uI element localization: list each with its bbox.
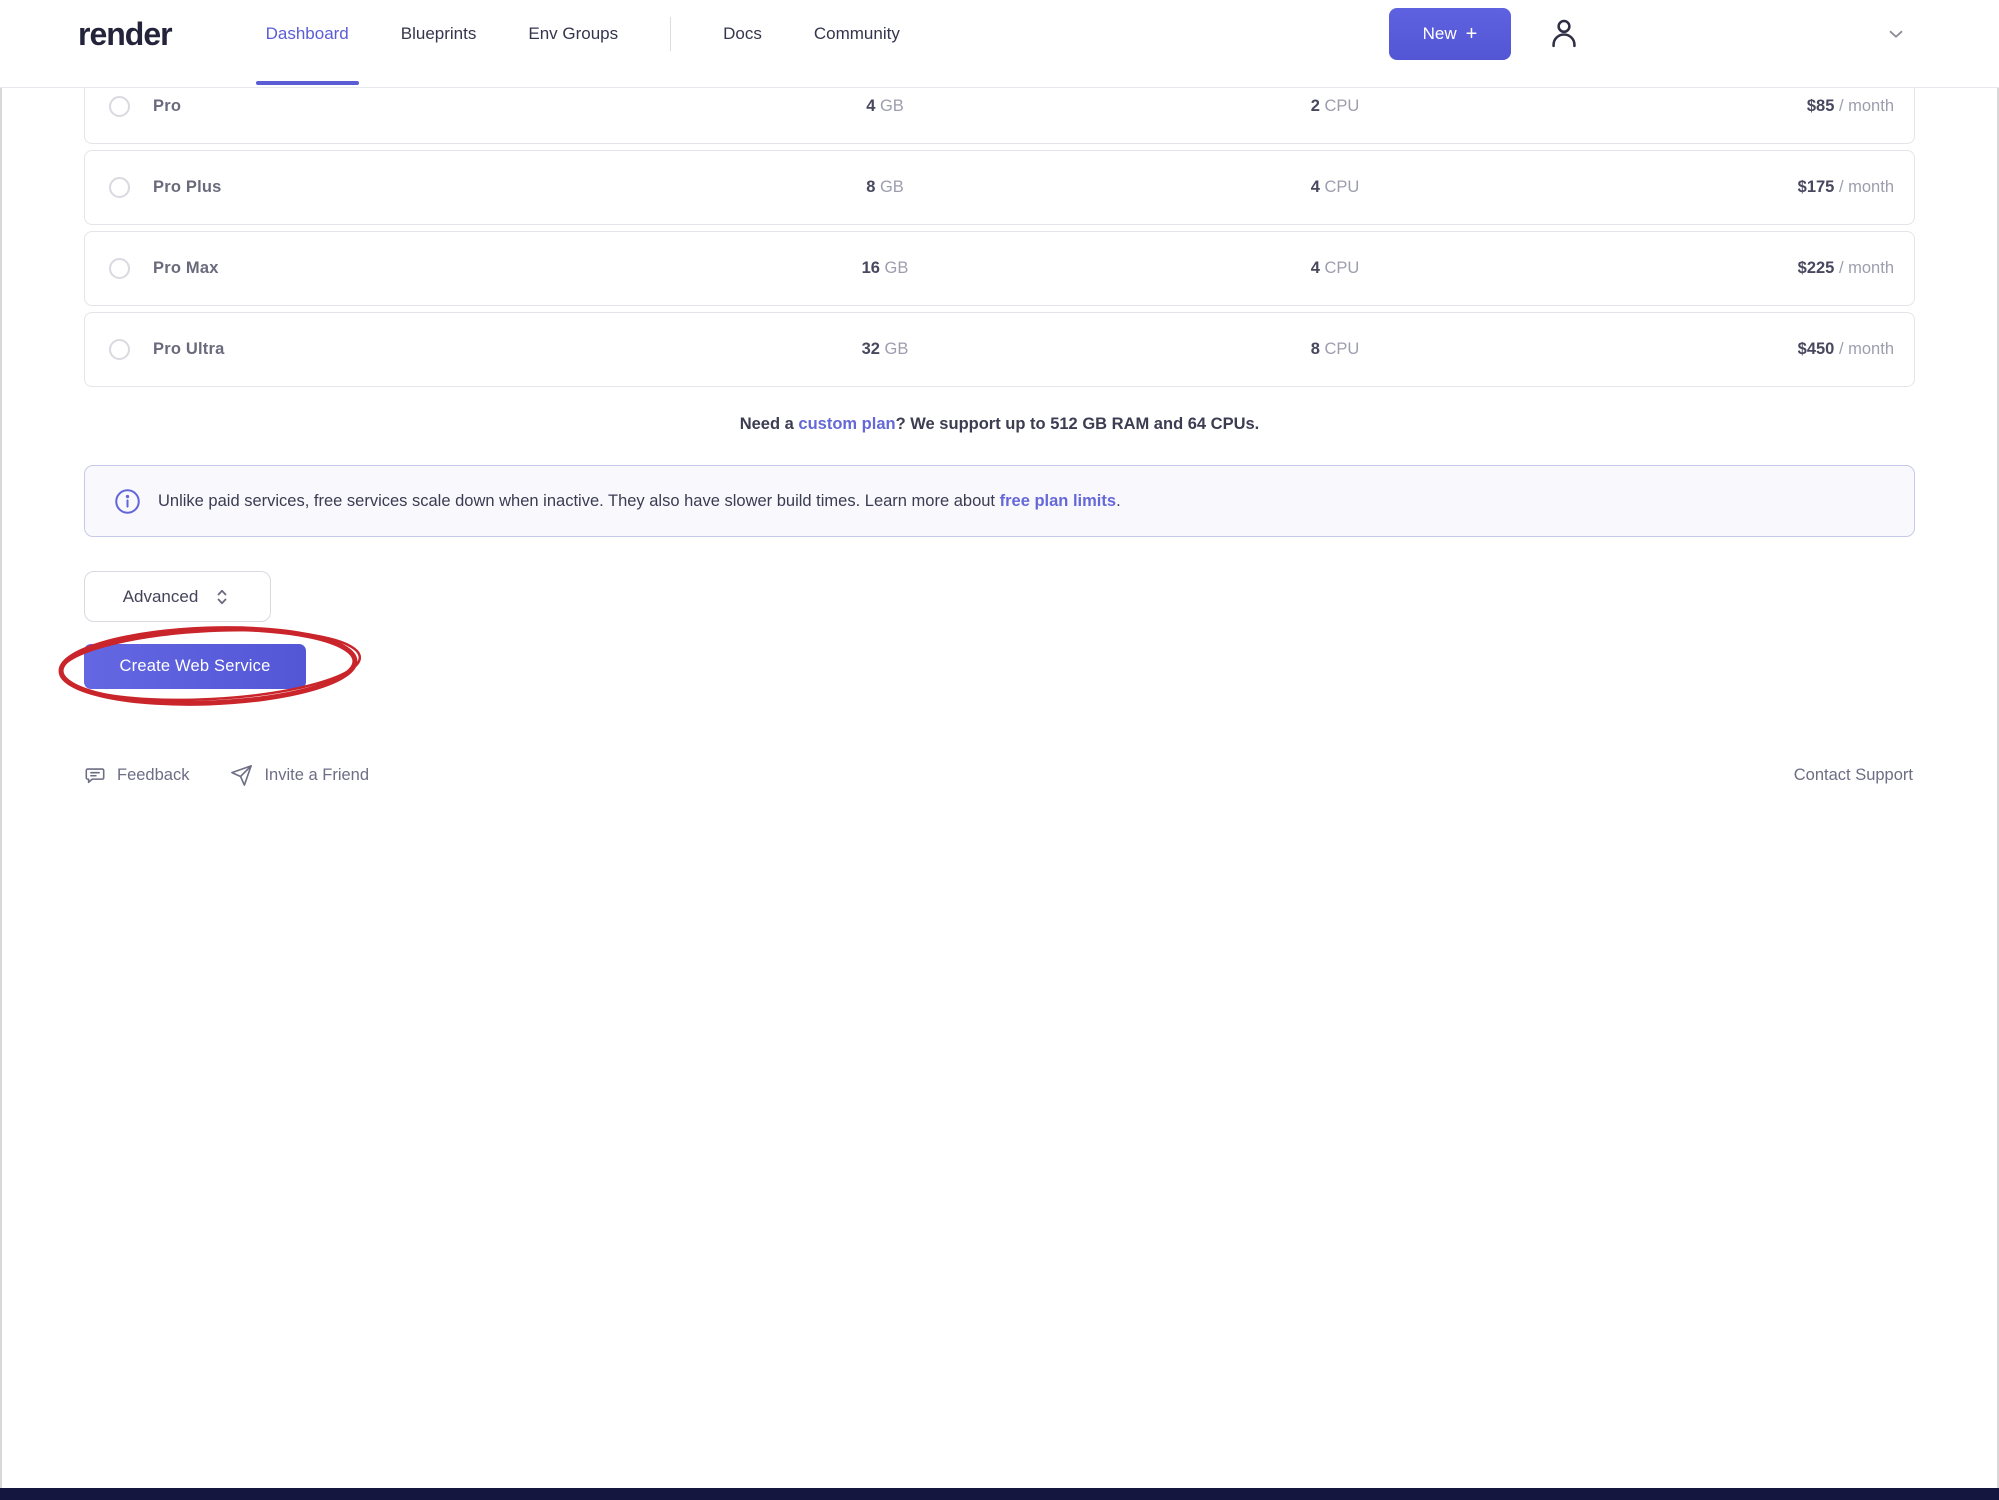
nav-item-dashboard[interactable]: Dashboard <box>266 0 349 68</box>
ram-value: 8 <box>866 178 875 196</box>
plus-icon: + <box>1466 23 1478 46</box>
price-value: $225 <box>1798 259 1835 277</box>
price-unit: / month <box>1839 259 1894 277</box>
custom-plan-line: Need a custom plan? We support up to 512… <box>84 415 1915 434</box>
chevron-up-down-icon <box>212 587 232 607</box>
cpu-value: 4 <box>1311 178 1320 196</box>
plan-cpu: 4 CPU <box>1085 178 1585 197</box>
advanced-label: Advanced <box>123 587 199 607</box>
custom-plan-prefix: Need a <box>740 415 799 433</box>
plan-price: $225 / month <box>1585 259 1914 278</box>
radio-button[interactable] <box>109 258 130 279</box>
plan-cpu: 4 CPU <box>1085 259 1585 278</box>
custom-plan-suffix: ? We support up to 512 GB RAM and 64 CPU… <box>896 415 1260 433</box>
plan-name: Pro <box>153 97 685 116</box>
top-navbar: render Dashboard Blueprints Env Groups D… <box>0 0 1999 88</box>
price-unit: / month <box>1839 97 1894 115</box>
advanced-toggle-button[interactable]: Advanced <box>84 571 271 622</box>
bottom-bar <box>0 1488 1999 1500</box>
ram-value: 16 <box>862 259 880 277</box>
plan-name: Pro Plus <box>153 178 685 197</box>
ram-value: 32 <box>862 340 880 358</box>
nav-item-blueprints[interactable]: Blueprints <box>401 0 477 68</box>
nav-links: Dashboard Blueprints Env Groups Docs Com… <box>266 0 952 68</box>
create-web-service-button[interactable]: Create Web Service <box>84 644 306 689</box>
price-unit: / month <box>1839 340 1894 358</box>
cpu-value: 8 <box>1311 340 1320 358</box>
radio-button[interactable] <box>109 339 130 360</box>
free-plan-info-banner: Unlike paid services, free services scal… <box>84 465 1915 537</box>
user-avatar-icon[interactable] <box>1545 15 1583 53</box>
radio-button[interactable] <box>109 96 130 117</box>
invite-label: Invite a Friend <box>264 766 369 785</box>
render-logo[interactable]: render <box>78 16 172 53</box>
new-button-label: New <box>1423 24 1457 44</box>
cpu-unit: CPU <box>1324 340 1359 358</box>
nav-item-docs[interactable]: Docs <box>723 0 762 68</box>
contact-support-link[interactable]: Contact Support <box>1794 766 1913 785</box>
invite-a-friend-link[interactable]: Invite a Friend <box>230 764 369 787</box>
free-plan-limits-link[interactable]: free plan limits <box>1000 492 1116 510</box>
custom-plan-link[interactable]: custom plan <box>798 415 895 433</box>
info-icon <box>114 488 141 515</box>
app-viewport: render Dashboard Blueprints Env Groups D… <box>0 0 1999 1500</box>
plan-ram: 16 GB <box>685 259 1085 278</box>
price-unit: / month <box>1839 178 1894 196</box>
nav-divider <box>670 17 671 51</box>
nav-right: New + <box>1389 8 1999 60</box>
create-button-label: Create Web Service <box>120 657 271 676</box>
new-button[interactable]: New + <box>1389 8 1511 60</box>
cpu-value: 2 <box>1311 97 1320 115</box>
plan-ram: 4 GB <box>685 97 1085 116</box>
price-value: $175 <box>1798 178 1835 196</box>
plan-cpu: 2 CPU <box>1085 97 1585 116</box>
plan-price: $175 / month <box>1585 178 1914 197</box>
radio-button[interactable] <box>109 177 130 198</box>
plan-price: $450 / month <box>1585 340 1914 359</box>
plan-price: $85 / month <box>1585 97 1914 116</box>
ram-unit: GB <box>880 97 904 115</box>
feedback-label: Feedback <box>117 766 189 785</box>
plan-ram: 8 GB <box>685 178 1085 197</box>
paper-plane-icon <box>230 764 253 787</box>
plan-name: Pro Max <box>153 259 685 278</box>
feedback-icon <box>84 764 106 786</box>
feedback-link[interactable]: Feedback <box>84 764 189 786</box>
cpu-value: 4 <box>1311 259 1320 277</box>
plan-row-pro-plus[interactable]: Pro Plus 8 GB 4 CPU $175 / month <box>84 150 1915 225</box>
plan-row-pro-ultra[interactable]: Pro Ultra 32 GB 8 CPU $450 / month <box>84 312 1915 387</box>
plan-cpu: 8 CPU <box>1085 340 1585 359</box>
nav-item-community[interactable]: Community <box>814 0 900 68</box>
cpu-unit: CPU <box>1324 178 1359 196</box>
plan-row-pro-max[interactable]: Pro Max 16 GB 4 CPU $225 / month <box>84 231 1915 306</box>
cpu-unit: CPU <box>1324 97 1359 115</box>
info-text-before: Unlike paid services, free services scal… <box>158 492 1000 510</box>
nav-item-env-groups[interactable]: Env Groups <box>528 0 618 68</box>
plan-ram: 32 GB <box>685 340 1085 359</box>
cpu-unit: CPU <box>1324 259 1359 277</box>
price-value: $450 <box>1798 340 1835 358</box>
ram-unit: GB <box>885 340 909 358</box>
info-text-after: . <box>1116 492 1121 510</box>
ram-unit: GB <box>880 178 904 196</box>
info-banner-text: Unlike paid services, free services scal… <box>158 492 1121 511</box>
price-value: $85 <box>1807 97 1835 115</box>
ram-value: 4 <box>866 97 875 115</box>
plan-name: Pro Ultra <box>153 340 685 359</box>
page-footer: Feedback Invite a Friend Contact Support <box>84 757 1913 793</box>
ram-unit: GB <box>885 259 909 277</box>
chevron-down-icon[interactable] <box>1885 23 1907 45</box>
